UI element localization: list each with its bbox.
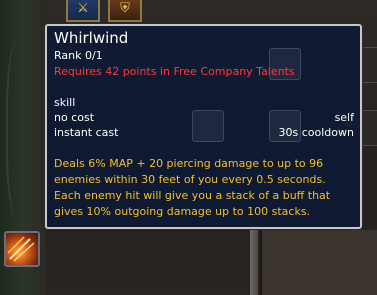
tooltip-target: self	[334, 111, 354, 124]
whirlwind-icon[interactable]	[4, 231, 40, 267]
ability-tooltip: Whirlwind Rank 0/1 Requires 42 points in…	[45, 24, 362, 229]
tooltip-cast: instant cast	[54, 126, 119, 139]
bottom-right-panel	[260, 230, 377, 295]
description-line: Each enemy hit will give you a stack of …	[54, 189, 331, 202]
shield-icon: ⛨	[120, 1, 130, 16]
tooltip-rank: Rank 0/1	[54, 49, 103, 62]
description-line: enemies within 30 feet of you every 0.5 …	[54, 173, 326, 186]
panel-divider	[250, 225, 258, 295]
tooltip-type: skill	[54, 96, 76, 109]
tooltip-cost: no cost	[54, 111, 95, 124]
talent-slot-top-1[interactable]: ⚔	[66, 0, 100, 22]
sword-icon: ⚔	[77, 1, 89, 16]
ghost-talent-icon	[192, 110, 224, 142]
tooltip-description: Deals 6% MAP + 20 piercing damage to up …	[54, 156, 354, 220]
description-line: gives 10% outgoing damage up to 100 stac…	[54, 205, 311, 218]
tooltip-cooldown: 30s cooldown	[278, 126, 354, 139]
description-line: Deals 6% MAP + 20 piercing damage to up …	[54, 157, 324, 170]
vine-decoration	[6, 40, 34, 220]
tooltip-title: Whirlwind	[54, 29, 129, 47]
tooltip-requirement: Requires 42 points in Free Company Talen…	[54, 65, 295, 78]
talent-slot-top-2[interactable]: ⛨	[108, 0, 142, 22]
